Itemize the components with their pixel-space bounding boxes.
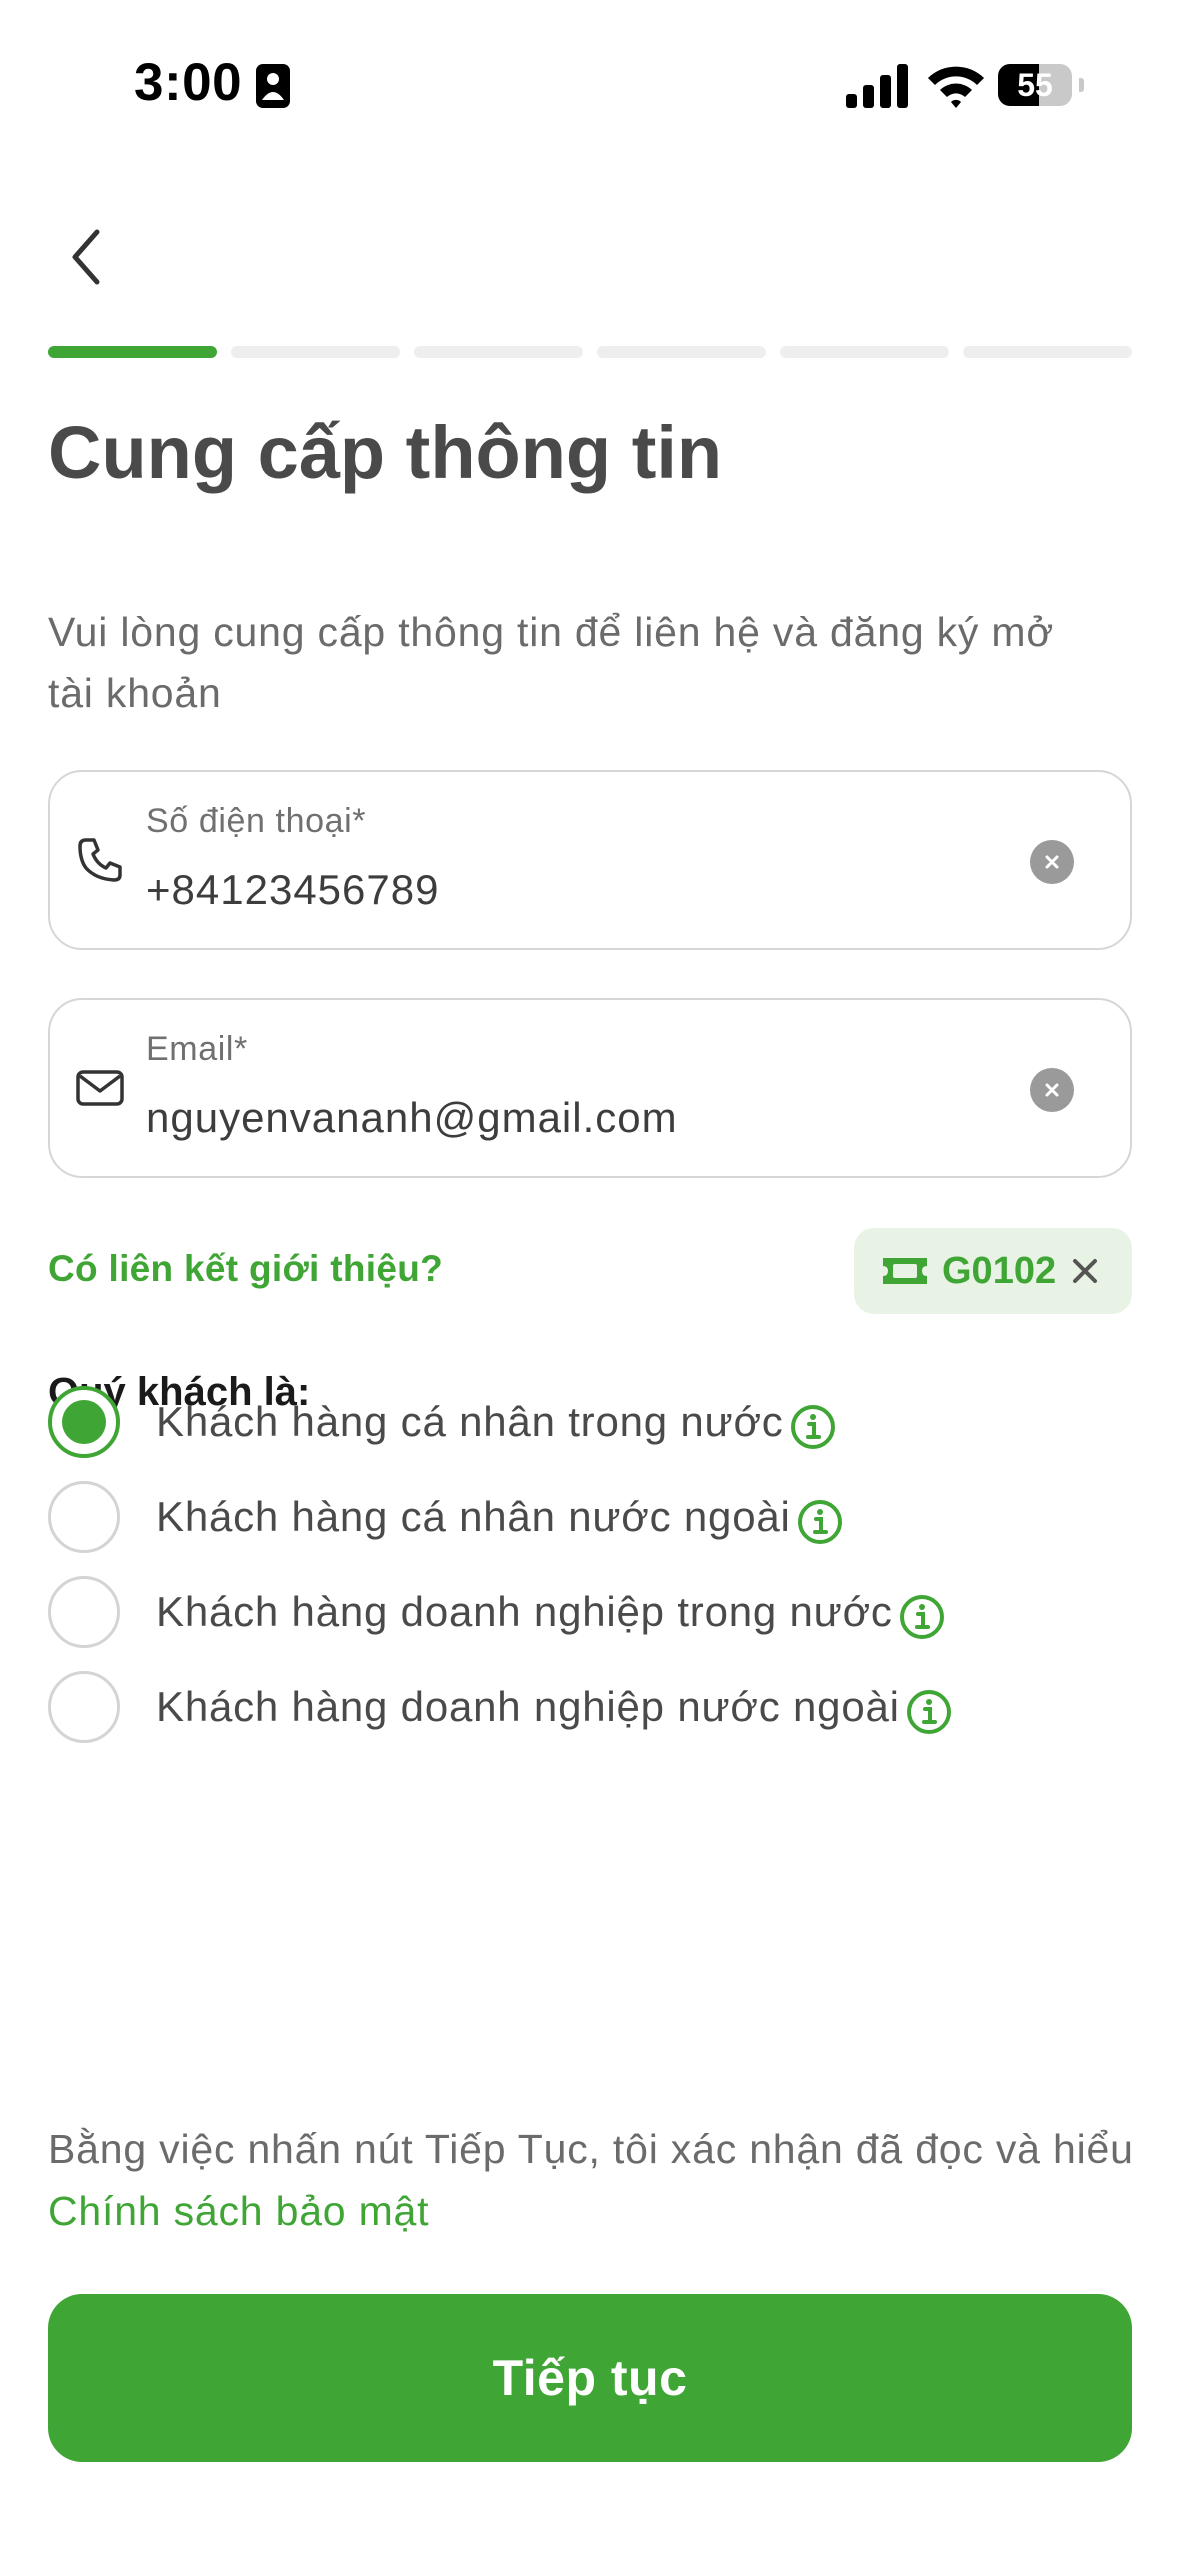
contact-card-icon [256, 64, 290, 108]
battery-percent: 55 [1017, 67, 1053, 103]
clear-email-button[interactable] [1030, 1068, 1074, 1112]
email-field[interactable]: Email* nguyenvananh@gmail.com [48, 998, 1132, 1178]
mail-icon [76, 1070, 124, 1106]
status-time: 3:00 [134, 53, 243, 112]
progress-segment [414, 346, 583, 358]
radio-label: Khách hàng cá nhân trong nước [156, 1398, 784, 1445]
screen: 3:00 55 Cung cấp thông tin Vui lòng cung… [0, 0, 1179, 2556]
radio-button[interactable] [48, 1386, 120, 1458]
step-progress-bar [48, 346, 1132, 358]
info-icon[interactable] [795, 1497, 845, 1547]
progress-segment [780, 346, 949, 358]
radio-label: Khách hàng doanh nghiệp trong nước [156, 1588, 893, 1635]
radio-button[interactable] [48, 1671, 120, 1743]
privacy-policy-link[interactable]: Chính sách bảo mật [48, 2188, 429, 2234]
wifi-icon [928, 66, 984, 108]
radio-option-domestic-business[interactable]: Khách hàng doanh nghiệp trong nước [48, 1576, 947, 1648]
radio-button[interactable] [48, 1576, 120, 1648]
progress-segment [48, 346, 217, 358]
radio-option-foreign-business[interactable]: Khách hàng doanh nghiệp nước ngoài [48, 1671, 954, 1743]
consent-text: Bằng việc nhấn nút Tiếp Tục, tôi xác nhậ… [48, 2118, 1148, 2242]
page-title: Cung cấp thông tin [48, 411, 723, 494]
radio-button[interactable] [48, 1481, 120, 1553]
clear-phone-button[interactable] [1030, 840, 1074, 884]
info-icon[interactable] [788, 1402, 838, 1452]
cellular-signal-icon [846, 64, 908, 108]
progress-segment [963, 346, 1132, 358]
info-icon[interactable] [904, 1687, 954, 1737]
consent-statement: Bằng việc nhấn nút Tiếp Tục, tôi xác nhậ… [48, 2126, 1134, 2172]
progress-segment [597, 346, 766, 358]
referral-code: G0102 [942, 1249, 1057, 1292]
close-icon [1045, 1083, 1059, 1097]
back-button[interactable] [56, 222, 116, 292]
chevron-left-icon [72, 229, 100, 285]
radio-label: Khách hàng doanh nghiệp nước ngoài [156, 1683, 900, 1730]
progress-segment [231, 346, 400, 358]
radio-label: Khách hàng cá nhân nước ngoài [156, 1493, 791, 1540]
battery-indicator: 55 [998, 64, 1084, 106]
referral-code-chip[interactable]: G0102 [854, 1228, 1132, 1314]
close-icon [1045, 855, 1059, 869]
referral-link[interactable]: Có liên kết giới thiệu? [48, 1248, 443, 1290]
phone-field-value[interactable]: +84123456789 [146, 866, 439, 914]
phone-icon [78, 838, 122, 882]
phone-field-label: Số điện thoại* [146, 802, 367, 840]
page-subtitle: Vui lòng cung cấp thông tin để liên hệ v… [48, 609, 1055, 716]
radio-option-domestic-individual[interactable]: Khách hàng cá nhân trong nước [48, 1386, 838, 1458]
phone-field[interactable]: Số điện thoại* +84123456789 [48, 770, 1132, 950]
ticket-icon [883, 1258, 927, 1284]
radio-option-foreign-individual[interactable]: Khách hàng cá nhân nước ngoài [48, 1481, 845, 1553]
status-bar: 3:00 55 [0, 0, 1179, 180]
continue-button[interactable]: Tiếp tục [48, 2294, 1132, 2462]
email-field-label: Email* [146, 1030, 248, 1068]
info-icon[interactable] [897, 1592, 947, 1642]
remove-referral-icon[interactable] [1070, 1256, 1100, 1286]
email-field-value[interactable]: nguyenvananh@gmail.com [146, 1094, 678, 1142]
